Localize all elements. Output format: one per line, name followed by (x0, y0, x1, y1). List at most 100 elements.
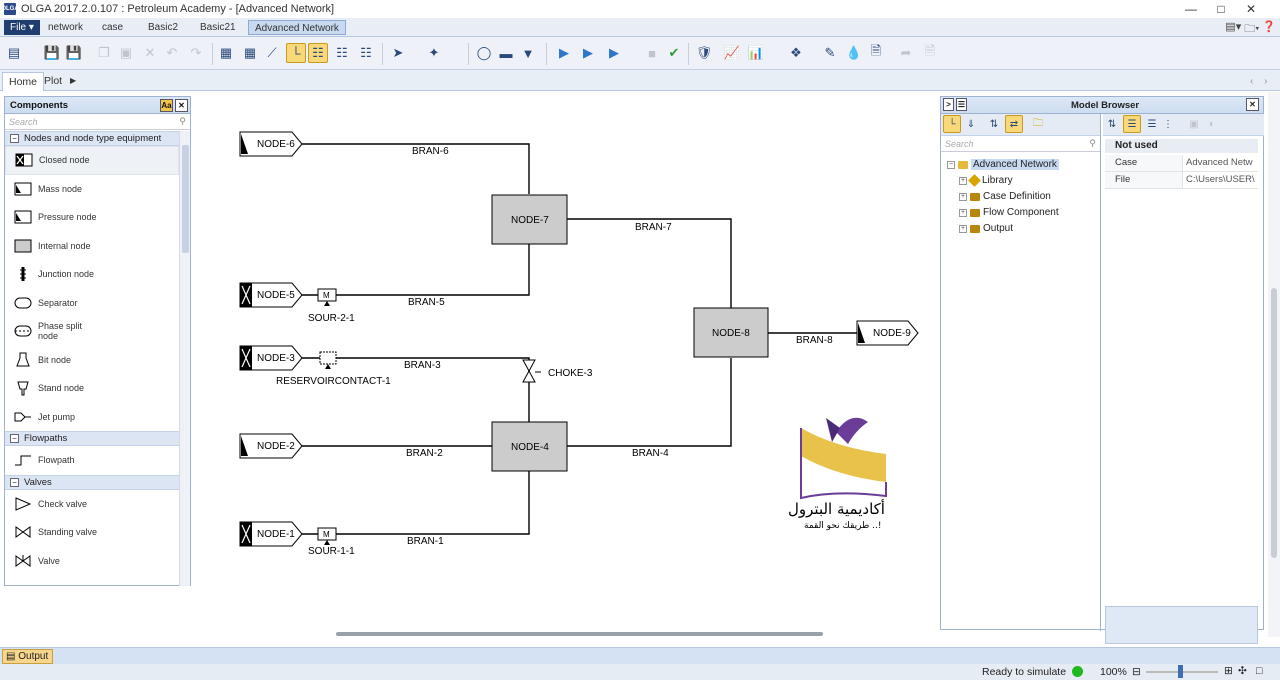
tab-case[interactable]: case (96, 20, 129, 35)
tab-basic2[interactable]: Basic2 (142, 20, 184, 35)
category-valves[interactable]: − Valves (5, 474, 179, 490)
verify-ring-icon[interactable]: ◯ (474, 43, 494, 63)
ribbon-scroll-right-icon[interactable]: › (1258, 72, 1274, 91)
minimize-icon[interactable]: — (1176, 0, 1206, 18)
grid-icon[interactable]: ▦ (216, 43, 236, 63)
fullscreen-icon[interactable]: □ (1256, 665, 1262, 677)
report-icon[interactable]: 🗎 (866, 43, 886, 63)
model-search-input[interactable]: Search ⚲ (941, 136, 1100, 152)
tab-advanced-network[interactable]: Advanced Network (248, 20, 346, 35)
component-internal-node[interactable]: Internal node (5, 232, 179, 261)
add-tab-icon[interactable]: ▶ (64, 72, 82, 91)
component-pressure-node[interactable]: Pressure node (5, 203, 179, 232)
node-6[interactable]: NODE-6 (239, 131, 303, 157)
component-valve[interactable]: Valve (5, 547, 179, 576)
tab-basic21[interactable]: Basic21 (194, 20, 242, 35)
node-9[interactable]: NODE-9 (856, 320, 919, 346)
equals-bar-icon[interactable]: ▬ (496, 43, 516, 63)
magic-wand-icon[interactable]: ✦ (424, 43, 444, 63)
undo-icon[interactable]: ↶ (162, 43, 182, 63)
property-group-not-used[interactable]: Not used (1105, 139, 1258, 153)
delete-icon[interactable]: ✕ (140, 43, 160, 63)
node-8[interactable]: NODE-8 (693, 307, 769, 358)
pipe-bran-5[interactable] (300, 244, 530, 296)
alphabetical-icon[interactable]: ☰ (1143, 115, 1161, 133)
filter-tree-icon[interactable]: ⇓ (963, 115, 979, 133)
run-to-icon[interactable]: ▶ (604, 43, 624, 63)
list-view-icon[interactable]: ☰ (956, 98, 967, 111)
main-vertical-scroll-thumb[interactable] (1271, 288, 1277, 558)
new-menu-icon[interactable]: ▤ (4, 43, 24, 63)
node-5[interactable]: NODE-5 (239, 282, 303, 308)
node-7[interactable]: NODE-7 (491, 194, 568, 245)
trend-plot-icon[interactable]: 📈 (722, 43, 742, 63)
tree-node-flow-component[interactable]: + Flow Component (959, 207, 1059, 218)
filter-icon[interactable]: ▼ (518, 43, 538, 63)
sort-az-icon[interactable]: ⇅ (985, 115, 1003, 133)
component-jet-pump[interactable]: Jet pump (5, 403, 179, 432)
font-size-icon[interactable]: Aa (160, 98, 173, 112)
run-step-icon[interactable]: ▶ (578, 43, 598, 63)
close-model-browser-icon[interactable]: ✕ (1246, 98, 1259, 111)
component-flowpath[interactable]: Flowpath (5, 446, 179, 475)
fluid-drop-icon[interactable]: 💧 (844, 43, 864, 63)
component-bit-node[interactable]: Bit node (5, 346, 179, 375)
main-vertical-scrollbar[interactable] (1268, 92, 1280, 637)
node-2[interactable]: NODE-2 (239, 433, 303, 459)
categorized-icon[interactable]: ☰ (1123, 115, 1141, 133)
fit-to-window-icon[interactable]: ✣ (1238, 665, 1247, 677)
snap-grid-icon[interactable]: ▦ (240, 43, 260, 63)
components-scrollbar[interactable] (179, 131, 190, 586)
tree-layout-icon[interactable]: ☷ (356, 43, 376, 63)
component-standing-valve[interactable]: Standing valve (5, 518, 179, 547)
components-scroll-thumb[interactable] (182, 145, 189, 253)
tab-network[interactable]: network (42, 20, 89, 35)
node-1[interactable]: NODE-1 (239, 521, 303, 547)
sort-properties-icon[interactable]: ⇅ (1103, 115, 1121, 133)
check-icon[interactable]: ✔ (664, 43, 684, 63)
zoom-out-icon[interactable]: ⊟ (1132, 666, 1141, 678)
tree-view-icon[interactable]: └ (943, 115, 961, 133)
component-closed-node[interactable]: Closed node (5, 146, 179, 175)
profile-plot-icon[interactable]: 📊 (746, 43, 766, 63)
file-menu-button[interactable]: File ▾ (4, 20, 40, 35)
tree-node-output[interactable]: + Output (959, 223, 1013, 234)
components-search-input[interactable]: Search ⚲ (5, 114, 190, 130)
category-nodes[interactable]: − Nodes and node type equipment (5, 131, 179, 146)
layout-icon[interactable]: ☷ (308, 43, 328, 63)
keys-icon[interactable]: ⋮ (1161, 115, 1175, 133)
component-check-valve[interactable]: Check valve (5, 490, 179, 519)
stop-icon[interactable]: ■ (642, 43, 662, 63)
close-panel-icon[interactable]: ✕ (175, 98, 188, 112)
property-row-case[interactable]: Case Advanced Netw (1105, 155, 1258, 172)
component-separator[interactable]: Separator (5, 289, 179, 318)
sort-icon[interactable]: ⇄ (1005, 115, 1023, 133)
maximize-icon[interactable]: □ (1206, 0, 1236, 18)
expand-panel-icon[interactable]: > (943, 98, 954, 111)
property-row-file[interactable]: File C:\Users\USER\ (1105, 172, 1258, 189)
tree-node-advanced-network[interactable]: − Advanced Network (947, 159, 1059, 170)
save-icon[interactable]: 💾 (42, 43, 62, 63)
property-pages-icon[interactable]: ▣ (1185, 115, 1203, 133)
copy-icon[interactable]: ❐ (94, 43, 114, 63)
zoom-slider-handle[interactable] (1178, 665, 1183, 678)
tree-node-case-definition[interactable]: + Case Definition (959, 191, 1051, 202)
component-stand-node[interactable]: Stand node (5, 374, 179, 403)
export-icon[interactable]: ➦ (896, 43, 916, 63)
canvas-horizontal-scroll-thumb[interactable] (336, 632, 823, 636)
paste-icon[interactable]: ▣ (116, 43, 136, 63)
node-3[interactable]: NODE-3 (239, 345, 303, 371)
shield-icon[interactable]: 🛡 (694, 43, 714, 63)
open-folder-icon[interactable]: 🗀 (1029, 115, 1047, 133)
pipe-bran-1[interactable] (300, 471, 530, 535)
component-phase-split-node[interactable]: Phase split node (5, 317, 179, 346)
pencil-ruler-icon[interactable]: ✎ (820, 43, 840, 63)
scatter-plot-icon[interactable]: ❖ (786, 43, 806, 63)
tree-node-library[interactable]: + Library (959, 174, 1013, 187)
save-as-icon[interactable]: 💾 (64, 43, 84, 63)
network-canvas[interactable]: NODE-6 NODE-5 NODE-3 NODE-2 NODE-1 NODE-… (196, 92, 936, 637)
source-sour-1-1[interactable]: M SOUR-1-1 (308, 527, 355, 557)
node-4[interactable]: NODE-4 (491, 421, 568, 472)
close-icon[interactable]: ✕ (1236, 0, 1266, 18)
zoom-in-icon[interactable]: ⊞ (1224, 665, 1233, 677)
